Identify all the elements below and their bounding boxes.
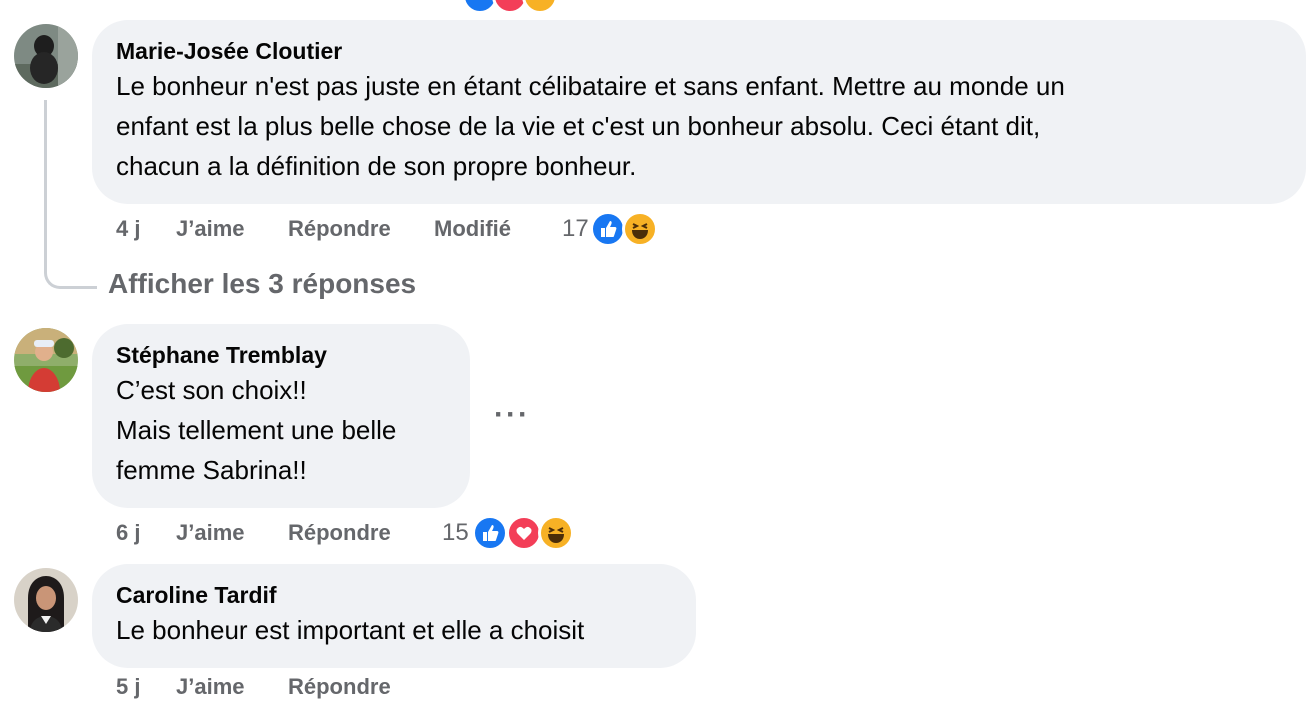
haha-icon[interactable]	[622, 211, 658, 247]
comment-time[interactable]: 4 j	[116, 214, 140, 244]
comment-line: Mais tellement une belle	[116, 415, 397, 445]
haha-icon[interactable]	[538, 515, 574, 551]
like-button[interactable]: J’aime	[176, 214, 245, 244]
more-options-button[interactable]: ···	[494, 398, 530, 432]
comment-actions: 5 j J’aime Répondre	[116, 672, 436, 704]
comment-bubble: Caroline Tardif Le bonheur est important…	[92, 564, 696, 668]
like-button[interactable]: J’aime	[176, 672, 245, 702]
prev-comment-reactions	[462, 0, 562, 14]
avatar[interactable]	[14, 24, 78, 88]
comment-author[interactable]: Stéphane Tremblay	[116, 340, 446, 370]
like-icon[interactable]	[472, 515, 508, 551]
comment-actions: 4 j J’aime Répondre Modifié 17	[116, 211, 676, 247]
comment-line: enfant est la plus belle chose de la vie…	[116, 111, 1041, 141]
comment-author[interactable]: Marie-Josée Cloutier	[116, 36, 1282, 66]
reply-button[interactable]: Répondre	[288, 214, 391, 244]
like-icon[interactable]	[590, 211, 626, 247]
edited-label[interactable]: Modifié	[434, 214, 511, 244]
love-icon[interactable]	[506, 515, 542, 551]
comment-line: femme Sabrina!!	[116, 455, 307, 485]
comment-time[interactable]: 5 j	[116, 672, 140, 702]
reply-button[interactable]: Répondre	[288, 672, 391, 702]
avatar[interactable]	[14, 568, 78, 632]
haha-icon	[522, 0, 558, 14]
comment-author[interactable]: Caroline Tardif	[116, 580, 672, 610]
reaction-count[interactable]: 17	[562, 214, 589, 244]
thread-line	[44, 100, 97, 289]
comment-line: C’est son choix!!	[116, 375, 307, 405]
comment-actions: 6 j J’aime Répondre 15	[116, 515, 596, 551]
comment-bubble: Stéphane Tremblay C’est son choix!! Mais…	[92, 324, 470, 508]
comment-line: Le bonheur n'est pas juste en étant céli…	[116, 71, 1065, 101]
reply-button[interactable]: Répondre	[288, 518, 391, 548]
comment-line: chacun a la définition de son propre bon…	[116, 151, 637, 181]
comment-bubble: Marie-Josée Cloutier Le bonheur n'est pa…	[92, 20, 1306, 204]
like-button[interactable]: J’aime	[176, 518, 245, 548]
comment-text: Le bonheur est important et elle a chois…	[116, 610, 672, 650]
comment-time[interactable]: 6 j	[116, 518, 140, 548]
comment-text: C’est son choix!! Mais tellement une bel…	[116, 370, 446, 490]
comment-text: Le bonheur n'est pas juste en étant céli…	[116, 66, 1282, 186]
show-replies-link[interactable]: Afficher les 3 réponses	[108, 268, 416, 300]
reaction-count[interactable]: 15	[442, 518, 469, 548]
comment-line: Le bonheur est important et elle a chois…	[116, 615, 585, 645]
avatar[interactable]	[14, 328, 78, 392]
